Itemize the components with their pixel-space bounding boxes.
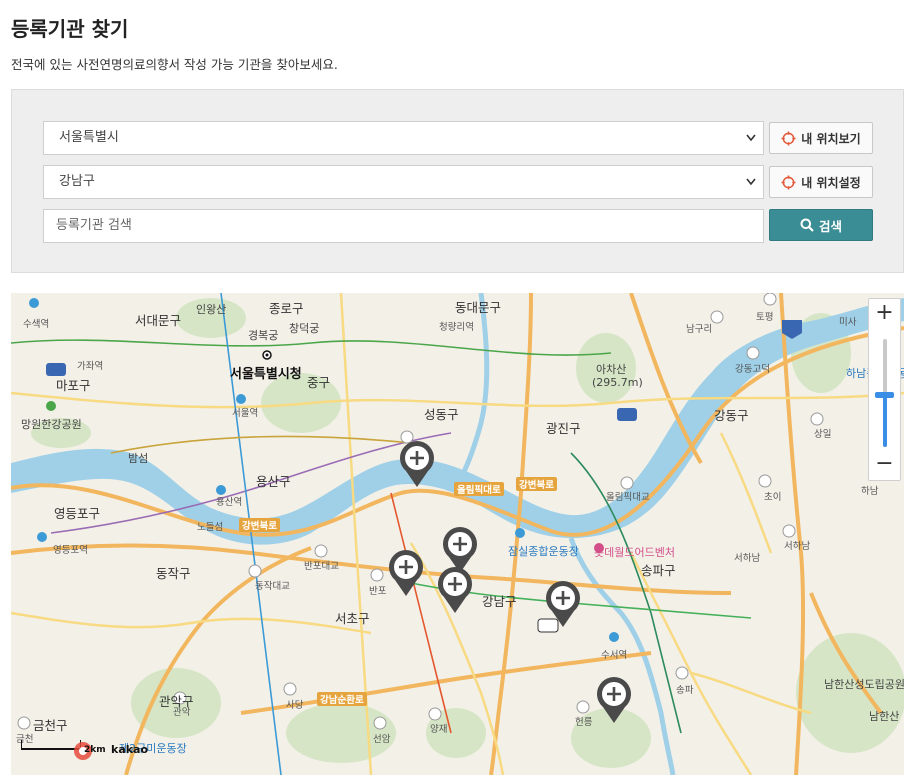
map-label-gangdong: 강동구 — [714, 408, 749, 423]
map-label-tonghyeon: 토평 — [756, 312, 774, 323]
map-label-junggu: 중구 — [307, 375, 331, 390]
map-label-achasan-height: (295.7m) — [592, 376, 643, 389]
search-button-label: 검색 — [818, 218, 842, 234]
map-label-yongsan: 용산구 — [256, 474, 291, 489]
region-select[interactable]: 서울특별시 — [43, 121, 764, 155]
map-label-namguri: 남구리 — [686, 324, 713, 335]
map-label-songpa: 송파구 — [641, 563, 676, 578]
my-location-set-label: 내 위치설정 — [801, 175, 861, 190]
search-input-placeholder: 등록기관 검색 — [56, 218, 132, 233]
map-label-cheongnyangni: 청량리역 — [439, 322, 474, 333]
map-view[interactable]: 서대문구 인왕산 종로구창덕궁경복궁 동대문구청량리역 수색역가좌역마포구 서울특별시청중… — [11, 293, 904, 775]
map-label-gangnam-sunhwan: 강남순환로 — [317, 692, 367, 706]
map-label-gangbyeon-road2: 강변북로 — [239, 518, 280, 532]
map-label-bamseom: 밤섬 — [128, 452, 149, 465]
map-label-namhansanseong: 남한산성도립공원 — [824, 678, 904, 691]
map-label-seohanam: 서하남 — [734, 553, 761, 564]
map-label-dongdaemun: 동대문구 — [455, 300, 502, 315]
map-label-mangwon: 망원한강공원 — [21, 418, 82, 431]
institution-search-input[interactable]: 등록기관 검색 — [43, 209, 764, 243]
zoom-in-button[interactable]: + — [869, 299, 900, 329]
map-label-seodaemun: 서대문구 — [135, 313, 182, 328]
institution-marker-3[interactable] — [386, 548, 426, 598]
map-label-hanam: 하남 — [861, 486, 879, 497]
chevron-down-icon — [746, 178, 756, 186]
search-icon — [800, 218, 814, 232]
map-label-gangnam: 강남구 — [482, 594, 517, 609]
map-label-gangbyeon-road: 강변북로 — [516, 477, 557, 491]
my-location-set-button[interactable]: 내 위치설정 — [769, 166, 873, 198]
location-target-icon — [781, 174, 796, 190]
map-label-banpo-bridge: 반포대교 — [304, 561, 339, 572]
zoom-slider-handle[interactable] — [875, 392, 894, 398]
map-label-misa: 미사 — [839, 317, 857, 328]
chevron-down-icon — [746, 134, 756, 142]
map-label-banpo: 반포 — [369, 586, 387, 597]
map-label-yangjae: 양재 — [430, 724, 448, 735]
map-label-nodeulseom: 노들섬 — [197, 522, 224, 533]
map-label-gwangjin: 광진구 — [546, 421, 581, 436]
zoom-control: + − — [868, 298, 901, 481]
map-label-susaek: 수색역 — [23, 319, 50, 330]
map-label-gajwa: 가좌역 — [77, 361, 104, 372]
zoom-slider-fill — [883, 395, 887, 447]
region-select-value: 서울특별시 — [59, 130, 119, 145]
search-button[interactable]: 검색 — [769, 209, 873, 241]
map-scale-bar — [21, 740, 81, 750]
map-label-gyeongbokgung: 경복궁 — [248, 329, 279, 342]
map-label-songpa-ic: 송파 — [676, 685, 694, 696]
map-label-dongjak-bridge: 동작대교 — [255, 581, 290, 592]
institution-marker-4[interactable] — [435, 565, 475, 615]
map-label-seocho: 서초구 — [335, 611, 370, 626]
map-label-cityhall: 서울특별시청 — [230, 367, 302, 382]
map-label-seonam: 선암 — [373, 734, 391, 745]
map-label-suseo: 수서역 — [601, 650, 628, 661]
map-label-jamsil: 잠실종합운동장 — [508, 545, 579, 558]
map-label-hyeonneung: 헌릉 — [575, 717, 593, 728]
my-location-view-label: 내 위치보기 — [801, 131, 861, 146]
map-scale-label: 2km — [84, 745, 106, 755]
map-label-seoul-station: 서울역 — [232, 408, 259, 419]
map-label-mapo: 마포구 — [56, 378, 91, 393]
map-label-sangil: 상일 — [814, 429, 832, 440]
zoom-out-button[interactable]: − — [869, 450, 900, 480]
map-label-changdeokgung: 창덕궁 — [289, 322, 320, 335]
map-label-yeongdeungpo: 영등포구 — [54, 506, 101, 521]
map-label-inwangsan: 인왕산 — [196, 303, 227, 316]
map-label-gwanak-ic: 관악 — [173, 707, 191, 718]
map-label-dongjak: 동작구 — [156, 566, 191, 581]
page-description: 전국에 있는 사전연명의료의향서 작성 가능 기관을 찾아보세요. — [11, 57, 338, 72]
map-label-seohanam2: 서하남 — [784, 541, 811, 552]
map-label-lotteworld: 롯데월드어드벤처 — [594, 546, 675, 559]
kakao-logo: kakao — [111, 743, 149, 756]
map-label-choi: 초이 — [764, 492, 782, 503]
map-label-geumcheon: 금천구 — [33, 718, 68, 733]
map-label-namhansan: 남한산 — [869, 710, 900, 723]
search-panel: 서울특별시 내 위치보기 강남구 내 위치설정 등록기관 검색 검색 — [11, 89, 904, 273]
institution-marker-6[interactable] — [594, 675, 634, 725]
institution-marker-5[interactable] — [543, 579, 583, 629]
district-select-value: 강남구 — [59, 174, 95, 189]
my-location-view-button[interactable]: 내 위치보기 — [769, 122, 873, 154]
map-label-sadang: 사당 — [286, 700, 304, 711]
map-label-olympic-bridge: 올림픽대교 — [606, 492, 650, 503]
page-title: 등록기관 찾기 — [11, 17, 129, 41]
map-label-yongsan-station: 용산역 — [216, 497, 243, 508]
map-label-seongdong: 성동구 — [424, 407, 459, 422]
map-label-yeongdeungpo-station: 영등포역 — [53, 545, 88, 556]
map-label-gangdong-godeok: 강동고덕 — [735, 364, 770, 375]
location-target-icon — [781, 130, 796, 146]
map-label-achasan: 아차산 — [596, 363, 627, 376]
map-label-jongno: 종로구 — [269, 301, 304, 316]
district-select[interactable]: 강남구 — [43, 165, 764, 199]
map-label-olympic-road: 올림픽대로 — [454, 482, 504, 496]
institution-marker-1[interactable] — [397, 439, 437, 489]
